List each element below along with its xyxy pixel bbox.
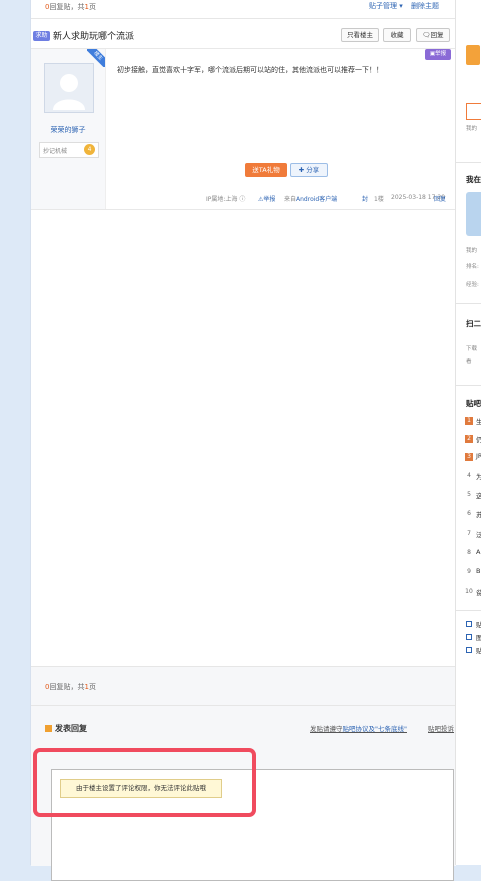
top-bar: 0回复贴，共1页 贴子管理 ▾ 删除主题 [31,0,456,19]
level-number: 4 [84,144,95,155]
sidebar-my-info: 我在 [466,175,481,184]
sidebar-rank: 排名: [466,264,479,270]
report-label: 举报 [263,196,276,203]
hot-item-3[interactable]: JR [476,452,481,460]
avatar[interactable] [44,63,94,113]
op-badge-label: 楼主 [87,49,105,67]
divider [456,162,481,163]
user-avatar[interactable] [466,192,481,236]
info-icon: ⓘ [239,196,246,203]
hot-rank-7: 7 [467,530,471,537]
hot-item-6[interactable]: 苏 [476,509,481,519]
seal-link[interactable]: 封 [362,194,368,203]
divider [456,303,481,304]
share-button[interactable]: ✚ 分享 [290,163,328,177]
sidebar-link-1[interactable]: 贴 [476,619,481,629]
hot-item-4[interactable]: 为 [476,471,481,481]
hot-rank-6: 6 [467,510,471,517]
delete-topic-link[interactable]: 删除主题 [411,1,439,11]
reply-top-label: 回复 [430,31,444,39]
right-sidebar: 我的 我在 我的 排名: 经验: 扫二 下载 看 贴吧 1 生 2 仍 3 JR… [455,0,481,865]
only-op-button[interactable]: 只看楼主 [341,28,379,42]
reply-heading: 发表回复 [45,723,87,734]
op-corner-badge: 楼主 [87,49,105,67]
level-label: 抄记机械 [43,148,68,155]
hot-rank-2: 2 [465,435,473,443]
sidebar-my-label: 我的 [466,126,478,132]
bottom-reply-count-text: 回复贴，共 [49,683,85,691]
send-gift-button[interactable]: 送TA礼物 [245,163,287,177]
sidebar-watch: 看 [466,359,472,365]
reply-top-button[interactable]: 🗨回复 [416,28,450,42]
edit-icon [45,725,52,732]
hot-item-7[interactable]: 泛 [476,529,481,539]
source: 来自Android客户端 [284,194,337,203]
hot-rank-10: 10 [465,588,473,595]
share-label: 分享 [306,166,320,174]
hot-rank-4: 4 [467,472,471,479]
hot-item-1[interactable]: 生 [476,416,481,426]
main-content: 0回复贴，共1页 贴子管理 ▾ 删除主题 求助 新人求助玩哪个流派 只看楼主 收… [30,0,456,881]
trash-icon [466,647,472,653]
reply-section: 0回复贴，共1页 发表回复 发贴请遵守贴吧协议及"七条底线" 贴吧投诉 由于楼主… [31,666,456,881]
rule-notice: 发贴请遵守贴吧协议及"七条底线" [310,723,407,733]
divider [456,385,481,386]
question-tag: 求助 [33,31,50,41]
post-manage-link[interactable]: 贴子管理 ▾ [369,1,403,11]
hot-item-8[interactable]: A [476,548,480,556]
hot-rank-9: 9 [467,568,471,575]
hot-item-9[interactable]: B [476,567,480,575]
reply-icon: 🗨 [422,31,431,39]
source-link[interactable]: Android客户端 [296,196,337,203]
reply-link[interactable]: 回复 [434,194,446,203]
promo-icon [466,45,480,65]
hot-rank-8: 8 [467,549,471,556]
post-content: 初步接触，直觉喜欢十字军，哪个流派后期可以站的住，其他流派也可以推荐一下！！ [117,66,383,74]
divider [31,705,456,706]
divider [456,610,481,611]
level-badge[interactable]: 抄记机械 4 [39,142,99,158]
favorite-button[interactable]: 收藏 [383,28,411,42]
hot-item-2[interactable]: 仍 [476,434,481,444]
thread-title: 新人求助玩哪个流派 [53,32,135,42]
reply-count: 0回复贴，共1页 [45,2,96,12]
rule-link[interactable]: 贴吧协议及"七条底线" [343,725,407,733]
ip-location: IP属地:上海 ⓘ [206,194,245,203]
reply-heading-label: 发表回复 [55,724,87,733]
link-icon [466,621,472,627]
sidebar-link-2[interactable]: 图 [476,632,481,642]
author-column: 荣荣的狮子 抄记机械 4 [31,49,106,209]
complaint-link[interactable]: 贴吧投诉 [428,723,454,733]
rule-text: 发贴请遵守 [310,725,343,733]
author-name[interactable]: 荣荣的狮子 [31,125,105,135]
hot-item-10[interactable]: 贫 [476,587,481,597]
sidebar-scan-title: 扫二 [466,319,481,328]
page-count-suffix: 页 [88,3,96,11]
report-tag[interactable]: ▣举报 [425,49,451,60]
sidebar-exp: 经验: [466,282,479,288]
source-prefix: 来自 [284,196,297,203]
hot-item-5[interactable]: 这 [476,490,481,500]
sidebar-my-name: 我的 [466,248,478,254]
report-link[interactable]: ⚠举报 [258,194,275,203]
sidebar-hot-title: 贴吧 [466,399,481,408]
bottom-reply-count: 0回复贴，共1页 [45,682,96,692]
highlight-box [33,748,256,817]
bottom-page-count-suffix: 页 [88,683,96,691]
sidebar-download: 下载 [466,346,478,352]
ip-text: IP属地:上海 [206,196,238,203]
divider [31,209,456,210]
sidebar-link-3[interactable]: 贴 [476,645,481,655]
image-icon [466,634,472,640]
sign-in-button[interactable] [466,103,481,120]
hot-rank-1: 1 [465,417,473,425]
report-tag-label: 举报 [435,51,447,57]
reply-count-text: 回复贴，共 [49,3,85,11]
hot-rank-5: 5 [467,491,471,498]
default-avatar-icon [45,64,93,112]
hot-rank-3: 3 [465,453,473,461]
floor-number: 1楼 [374,196,384,203]
